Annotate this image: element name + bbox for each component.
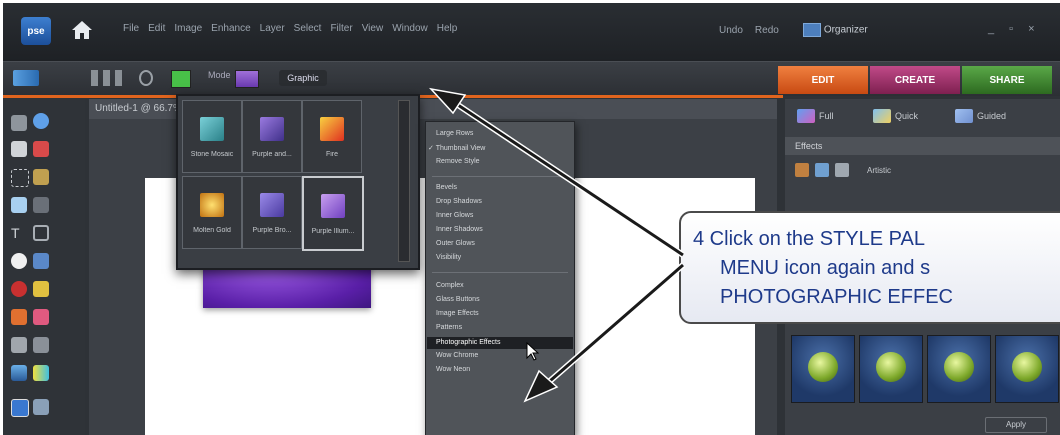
callout-arrows (428, 87, 685, 403)
arrow-to-photographic-effects (523, 262, 685, 403)
arrow-to-menu-button (428, 87, 685, 258)
app-window: pse File Edit Image Enhance Layer Select… (3, 3, 1060, 435)
